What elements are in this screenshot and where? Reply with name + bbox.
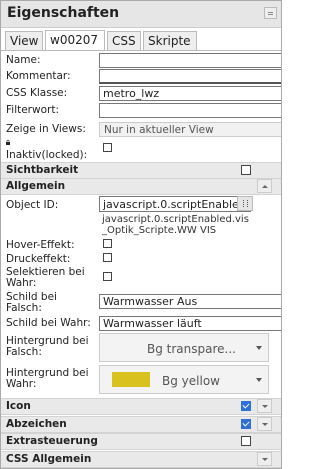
name-label: Name: [6, 54, 41, 66]
group-icon-label: Icon [6, 400, 31, 412]
filter-row: Filterwort: [1, 103, 281, 118]
bg-true-select[interactable]: Bg yellow [99, 365, 269, 394]
css-class-row: CSS Klasse: metro_lwz [1, 86, 281, 101]
group-extra-checkbox[interactable] [241, 436, 251, 446]
sign-false-input[interactable]: Warmwasser Aus [99, 294, 281, 309]
name-row: Name: [1, 53, 281, 68]
tab-widget[interactable]: w00207 [45, 30, 105, 50]
object-id-description-1: javascript.0.scriptEnabled.vis [102, 214, 249, 225]
tab-css[interactable]: CSS [107, 31, 141, 50]
group-badge-checkbox[interactable] [241, 419, 251, 429]
group-visibility-label: Sichtbarkeit [6, 164, 79, 176]
group-extra[interactable]: Extrasteuerung [1, 433, 281, 450]
properties-content: Name: Kommentar: CSS Klasse: metro_lwz F… [1, 51, 281, 468]
group-visibility[interactable]: Sichtbarkeit [1, 162, 281, 179]
properties-panel: Eigenschaften View w00207 CSS Skripte Na… [0, 0, 282, 469]
bg-yellow-swatch [112, 372, 150, 387]
object-id-label: Object ID: [6, 199, 59, 211]
group-css-general-expand-icon[interactable] [257, 452, 272, 466]
locked-row: Inaktiv(locked): [1, 140, 281, 162]
filter-label: Filterwort: [6, 104, 59, 116]
hover-checkbox[interactable] [103, 239, 112, 248]
group-icon-checkbox[interactable] [241, 401, 251, 411]
group-general-label: Allgemein [6, 180, 66, 192]
show-in-views-select[interactable]: Nur in aktueller View [99, 122, 281, 137]
press-row: Druckeffekt: [1, 252, 281, 266]
sign-false-row: Schild bei Falsch: Warmwasser Aus [1, 291, 281, 315]
group-extra-label: Extrasteuerung [6, 435, 98, 447]
tab-bar: View w00207 CSS Skripte [1, 29, 281, 51]
lock-icon [6, 140, 10, 145]
sign-false-label-2: Falsch: [6, 302, 42, 314]
object-id-row: Object ID: javascript.0.scriptEnabled ja… [1, 196, 281, 236]
show-in-views-row: Zeige in Views: Nur in aktueller View [1, 122, 281, 137]
css-class-label: CSS Klasse: [6, 87, 68, 99]
tab-scripts[interactable]: Skripte [143, 31, 197, 50]
bg-true-value: Bg yellow [162, 374, 220, 388]
group-general-collapse-icon[interactable] [257, 179, 272, 193]
chevron-down-icon [256, 378, 262, 382]
group-badge-label: Abzeichen [6, 418, 67, 430]
group-badge-expand-icon[interactable] [257, 417, 272, 431]
group-badge[interactable]: Abzeichen [1, 416, 281, 433]
select-if-true-checkbox[interactable] [103, 272, 112, 281]
press-label: Druckeffekt: [6, 253, 71, 265]
css-class-input[interactable]: metro_lwz [99, 86, 281, 101]
bg-false-select[interactable]: Bg transpare... [99, 333, 269, 362]
hover-row: Hover-Effekt: [1, 238, 281, 252]
object-id-input[interactable]: javascript.0.scriptEnabled [99, 196, 251, 212]
select-if-true-row: Selektieren bei Wahr: [1, 266, 281, 290]
group-icon[interactable]: Icon [1, 398, 281, 415]
group-icon-expand-icon[interactable] [257, 399, 272, 413]
sign-true-row: Schild bei Wahr: Warmwasser läuft [1, 316, 281, 331]
locked-label: Inaktiv(locked): [6, 149, 88, 161]
comment-label: Kommentar: [6, 70, 71, 82]
group-css-general[interactable]: CSS Allgemein [1, 451, 281, 468]
chevron-down-icon [256, 346, 262, 350]
bg-true-row: Hintergrund bei Wahr: Bg yellow [1, 365, 281, 397]
bg-false-value: Bg transpare... [147, 342, 236, 356]
bg-false-row: Hintergrund bei Falsch: Bg transpare... [1, 333, 281, 365]
name-input[interactable] [99, 53, 281, 68]
collapse-panel-button[interactable] [264, 7, 277, 19]
filter-input[interactable] [99, 103, 281, 118]
sign-true-input[interactable]: Warmwasser läuft [99, 316, 281, 331]
comment-input[interactable] [99, 69, 281, 84]
group-general[interactable]: Allgemein [1, 178, 281, 195]
sign-true-label: Schild bei Wahr: [6, 317, 91, 329]
bg-false-label-2: Falsch: [6, 346, 42, 358]
panel-title: Eigenschaften [7, 5, 120, 21]
object-id-browse-button[interactable] [237, 196, 253, 211]
bg-true-label-2: Wahr: [6, 378, 37, 390]
locked-checkbox[interactable] [103, 143, 112, 152]
select-if-true-label-2: Wahr: [6, 277, 37, 289]
comment-row: Kommentar: [1, 69, 281, 84]
object-id-description-2: _Optik_Scripte.WW VIS [102, 225, 217, 236]
group-css-general-label: CSS Allgemein [6, 453, 92, 465]
hover-label: Hover-Effekt: [6, 239, 75, 251]
group-visibility-checkbox[interactable] [241, 165, 251, 175]
panel-titlebar: Eigenschaften [1, 1, 281, 28]
press-checkbox[interactable] [103, 253, 112, 262]
tab-view[interactable]: View [5, 31, 43, 50]
show-in-views-label: Zeige in Views: [6, 123, 86, 135]
